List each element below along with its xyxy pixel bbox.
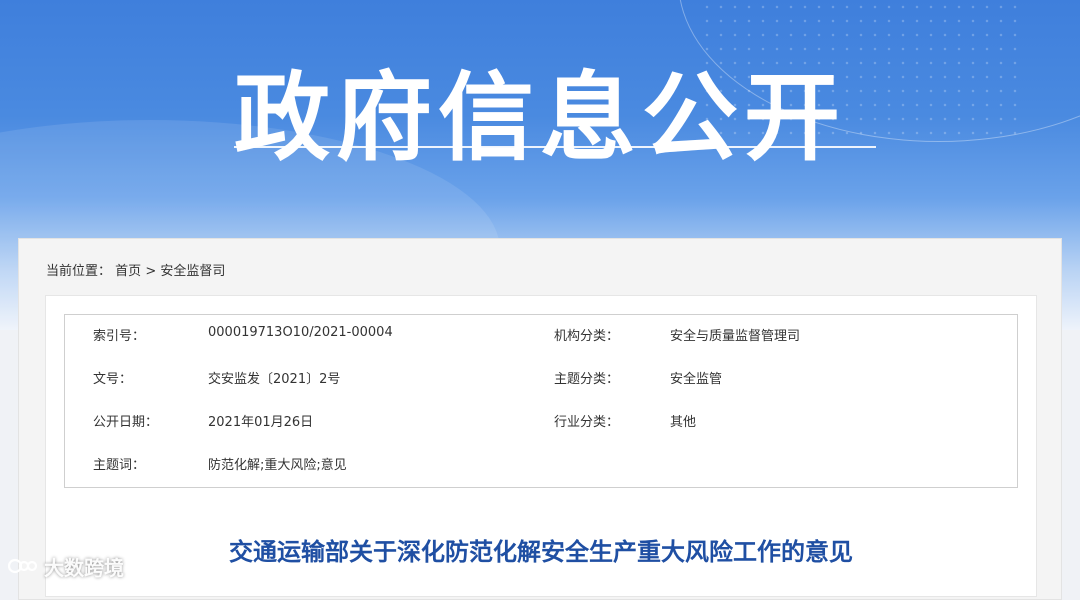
watermark-logo-icon [8,558,38,574]
metadata-row: 主题词： 防范化解;重大风险;意见 [65,444,1017,487]
publish-date-value: 2021年01月26日 [208,415,314,430]
metadata-row: 文号： 交安监发〔2021〕2号 主题分类： 安全监管 [65,358,1017,401]
organization-category-label: 机构分类： [554,329,620,344]
metadata-row: 索引号： 000019713O10/2021-00004 机构分类： 安全与质量… [65,315,1017,358]
banner-underline [234,146,876,148]
keywords-value: 防范化解;重大风险;意见 [208,458,347,473]
topic-category-value: 安全监管 [670,372,723,387]
metadata-row: 公开日期： 2021年01月26日 行业分类： 其他 [65,401,1017,444]
topic-category-label: 主题分类： [554,372,620,387]
breadcrumb-home-link[interactable]: 首页 [115,264,141,279]
index-number-label: 索引号： [93,329,146,344]
publish-date-label: 公开日期： [93,415,159,430]
breadcrumb-current-link[interactable]: 安全监督司 [160,264,225,279]
document-metadata-table: 索引号： 000019713O10/2021-00004 机构分类： 安全与质量… [64,314,1018,488]
document-number-value: 交安监发〔2021〕2号 [208,372,341,387]
breadcrumb: 当前位置： 首页 > 安全监督司 [46,260,225,279]
document-title: 交通运输部关于深化防范化解安全生产重大风险工作的意见 [229,538,853,566]
document-number-label: 文号： [93,372,133,387]
keywords-label: 主题词： [93,458,146,473]
banner-title: 政府信息公开 [234,62,846,174]
organization-category-value: 安全与质量监督管理司 [670,329,801,344]
watermark-text: 大数跨境 [44,555,124,580]
index-number-value: 000019713O10/2021-00004 [208,325,393,340]
industry-category-value: 其他 [670,415,697,430]
content-area: 索引号： 000019713O10/2021-00004 机构分类： 安全与质量… [45,295,1037,597]
main-panel: 当前位置： 首页 > 安全监督司 索引号： 000019713O10/2021-… [18,238,1062,600]
breadcrumb-separator: > [145,264,157,279]
watermark: 大数跨境 [8,552,124,580]
industry-category-label: 行业分类： [554,415,620,430]
breadcrumb-prefix: 当前位置： [46,264,112,279]
